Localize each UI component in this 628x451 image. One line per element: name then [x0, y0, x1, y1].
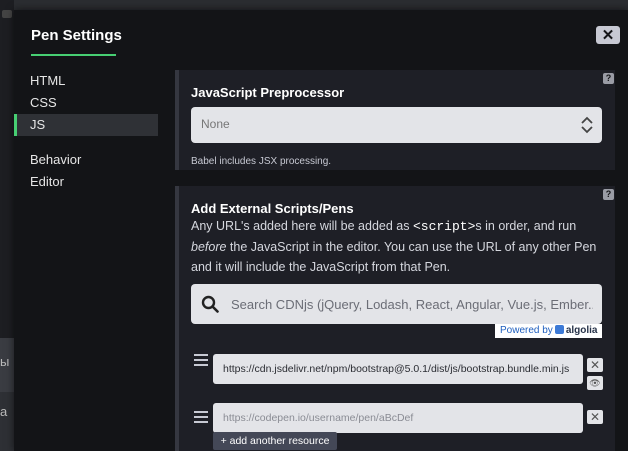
sidebar-item-label: HTML: [30, 73, 66, 88]
sidebar-item-label: Editor: [30, 174, 64, 189]
remove-resource-button[interactable]: ✕: [587, 358, 603, 372]
resource-url-placeholder: https://codepen.io/username/pen/aBcDef: [223, 412, 414, 424]
sidebar-item-html[interactable]: HTML: [14, 70, 158, 92]
desc-emphasis: before: [191, 240, 227, 254]
help-icon[interactable]: ?: [603, 189, 614, 200]
help-icon[interactable]: ?: [603, 73, 614, 84]
sidebar-item-behavior[interactable]: Behavior: [14, 149, 158, 171]
script-tag-code: <script>: [412, 219, 476, 234]
backdrop-tab: [2, 10, 12, 18]
preprocessor-panel: JavaScript Preprocessor None Babel inclu…: [175, 70, 615, 170]
close-icon: ✕: [589, 410, 601, 424]
resource-url-field[interactable]: https://codepen.io/username/pen/aBcDef: [213, 403, 583, 433]
close-icon: ✕: [589, 358, 601, 372]
panel-edge: [175, 186, 179, 451]
algolia-icon: [554, 325, 564, 334]
preprocessor-title: JavaScript Preprocessor: [191, 85, 345, 100]
pen-settings-modal: Pen Settings ✕ HTML CSS JS Behavior Edit…: [14, 10, 628, 451]
search-icon: [201, 295, 219, 313]
close-icon: ✕: [601, 26, 615, 44]
backdrop-panel-lower: [0, 392, 14, 451]
resource-url-value: https://cdn.jsdelivr.net/npm/bootstrap@5…: [223, 363, 570, 375]
sidebar-item-editor[interactable]: Editor: [14, 171, 158, 193]
cdnjs-search: [191, 284, 602, 324]
sidebar-item-label: JS: [30, 117, 46, 132]
powered-by-algolia[interactable]: Powered by algolia: [495, 324, 602, 338]
panel-edge: [175, 70, 179, 170]
active-indicator: [14, 114, 17, 136]
desc-text: the JavaScript in the editor. You can us…: [191, 240, 597, 274]
resource-url-field[interactable]: https://cdn.jsdelivr.net/npm/bootstrap@5…: [213, 354, 583, 384]
backdrop-text: ы: [0, 354, 10, 369]
external-scripts-panel: Add External Scripts/Pens Any URL's adde…: [175, 186, 615, 451]
desc-text: Any URL's added here will be added as: [191, 219, 413, 233]
drag-handle-icon[interactable]: [194, 410, 208, 424]
sidebar-item-label: CSS: [30, 95, 57, 110]
sidebar-item-label: Behavior: [30, 152, 82, 167]
close-button[interactable]: ✕: [596, 26, 620, 44]
sidebar-item-js[interactable]: JS: [14, 114, 158, 136]
eye-icon: 👁: [589, 378, 601, 388]
external-scripts-description: Any URL's added here will be added as <s…: [191, 216, 606, 277]
view-resource-button[interactable]: 👁: [587, 376, 603, 390]
preprocessor-select[interactable]: None: [191, 107, 602, 143]
backdrop-text: а: [0, 404, 8, 419]
desc-text: s in order, and run: [475, 219, 577, 233]
title-underline: [31, 54, 116, 56]
updown-arrows-icon: [581, 116, 593, 134]
sidebar-item-css[interactable]: CSS: [14, 92, 158, 114]
add-resource-button[interactable]: + add another resource: [213, 432, 337, 450]
cdnjs-search-input[interactable]: [231, 284, 593, 324]
preprocessor-hint: Babel includes JSX processing.: [191, 156, 332, 167]
powered-by-text: Powered by: [500, 325, 553, 336]
algolia-logo-text: algolia: [565, 325, 598, 336]
modal-header: Pen Settings ✕: [14, 10, 628, 62]
external-scripts-title: Add External Scripts/Pens: [191, 201, 354, 216]
modal-title: Pen Settings: [31, 27, 122, 44]
drag-handle-icon[interactable]: [194, 353, 208, 367]
preprocessor-selected-value: None: [201, 117, 230, 131]
remove-resource-button[interactable]: ✕: [587, 410, 603, 424]
